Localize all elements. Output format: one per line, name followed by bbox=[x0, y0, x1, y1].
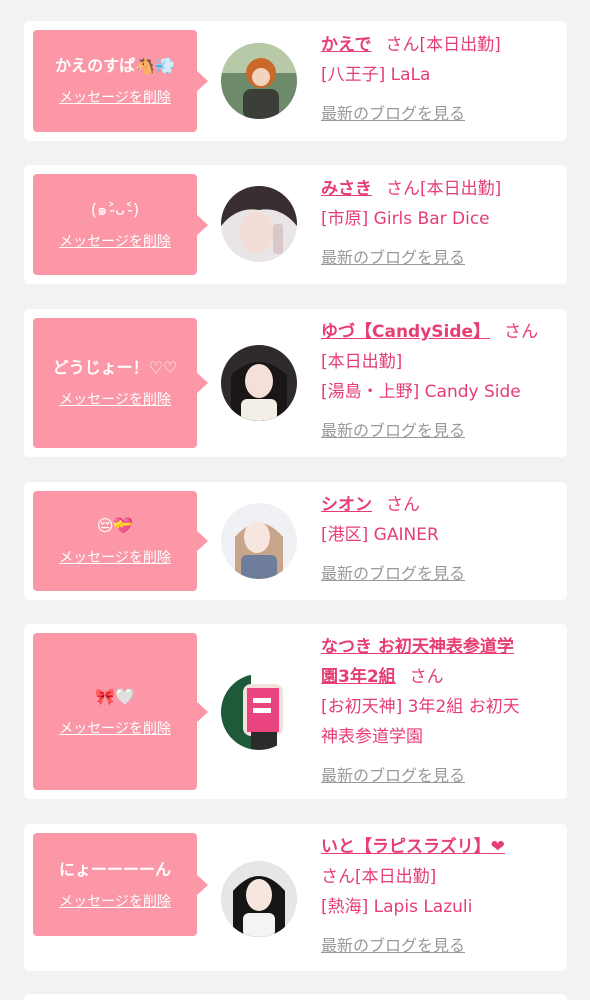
status-label: [本日出勤] bbox=[420, 179, 502, 199]
cast-name-link[interactable]: なつき お初天神表参道学 bbox=[321, 637, 514, 657]
message-text: かえのすぱ🐴💨 bbox=[55, 56, 175, 75]
area-shop: [八王子] LaLa bbox=[321, 65, 431, 85]
avatar[interactable] bbox=[221, 345, 297, 421]
delete-message-link[interactable]: メッセージを削除 bbox=[59, 549, 171, 567]
area-shop: [市原] Girls Bar Dice bbox=[321, 209, 490, 229]
latest-blog-link[interactable]: 最新のブログを見る bbox=[321, 936, 465, 955]
message-card bbox=[24, 994, 567, 1000]
message-card: 🎀🤍 メッセージを削除 なつき お初天神表参道学 園3年2組 さん [お初天神] … bbox=[24, 624, 567, 799]
cast-info: かえで さん[本日出勤] [八王子] LaLa 最新のブログを見る bbox=[321, 30, 561, 129]
status-label: [本日出勤] bbox=[321, 352, 403, 372]
avatar[interactable] bbox=[221, 186, 297, 262]
avatar[interactable] bbox=[221, 503, 297, 579]
area-shop: [熱海] Lapis Lazuli bbox=[321, 897, 473, 917]
message-text: どうじょー！♡♡ bbox=[52, 358, 178, 377]
area-shop: [港区] GAINER bbox=[321, 525, 439, 545]
cast-info: みさき さん[本日出勤] [市原] Girls Bar Dice 最新のブログを見… bbox=[321, 174, 561, 273]
cast-name-link[interactable]: いと【ラピスラズリ】❤ bbox=[321, 837, 505, 857]
cast-name-link[interactable]: 園3年2組 bbox=[321, 667, 396, 687]
latest-blog-link[interactable]: 最新のブログを見る bbox=[321, 564, 465, 583]
delete-message-link[interactable]: メッセージを削除 bbox=[59, 89, 171, 107]
cast-name-link[interactable]: シオン bbox=[321, 495, 372, 515]
cast-info: シオン さん [港区] GAINER 最新のブログを見る bbox=[321, 490, 561, 589]
latest-blog-link[interactable]: 最新のブログを見る bbox=[321, 104, 465, 123]
delete-message-link[interactable]: メッセージを削除 bbox=[59, 893, 171, 911]
cast-info: いと【ラピスラズリ】❤ さん[本日出勤] [熱海] Lapis Lazuli 最… bbox=[321, 832, 561, 961]
cast-info: なつき お初天神表参道学 園3年2組 さん [お初天神] 3年2組 お初天 神表参… bbox=[321, 632, 561, 791]
cast-name-link[interactable]: かえで bbox=[321, 35, 372, 55]
area-shop: [湯島・上野] Candy Side bbox=[321, 382, 521, 402]
latest-blog-link[interactable]: 最新のブログを見る bbox=[321, 248, 465, 267]
message-bubble: (๑˃̵ᴗ˂̵) メッセージを削除 bbox=[33, 174, 208, 275]
status-label: [本日出勤] bbox=[419, 35, 501, 55]
message-bubble: 🎀🤍 メッセージを削除 bbox=[33, 633, 208, 790]
message-card: (๑˃̵ᴗ˂̵) メッセージを削除 みさき さん[本日出勤] [市原] Girls… bbox=[24, 165, 567, 284]
message-text: (๑˃̵ᴗ˂̵) bbox=[90, 199, 140, 219]
message-card: にょーーーーん メッセージを削除 いと【ラピスラズリ】❤ さん[本日出勤] [熱… bbox=[24, 824, 567, 971]
avatar[interactable] bbox=[221, 43, 297, 119]
avatar[interactable] bbox=[221, 674, 297, 750]
message-bubble: かえのすぱ🐴💨 メッセージを削除 bbox=[33, 30, 208, 132]
status-label: [本日出勤] bbox=[355, 867, 437, 887]
area-shop: 神表参道学園 bbox=[321, 727, 423, 747]
cast-name-link[interactable]: みさき bbox=[321, 179, 372, 199]
message-bubble: にょーーーーん メッセージを削除 bbox=[33, 833, 208, 936]
cast-info: ゆづ【CandySide】 さん [本日出勤] [湯島・上野] Candy Sid… bbox=[321, 317, 561, 446]
message-bubble: どうじょー！♡♡ メッセージを削除 bbox=[33, 318, 208, 448]
delete-message-link[interactable]: メッセージを削除 bbox=[59, 233, 171, 251]
area-shop: [お初天神] 3年2組 お初天 bbox=[321, 697, 520, 717]
latest-blog-link[interactable]: 最新のブログを見る bbox=[321, 766, 465, 785]
delete-message-link[interactable]: メッセージを削除 bbox=[59, 720, 171, 738]
message-bubble: 😔💝 メッセージを削除 bbox=[33, 491, 208, 591]
delete-message-link[interactable]: メッセージを削除 bbox=[59, 391, 171, 409]
message-card: 😔💝 メッセージを削除 シオン さん [港区] GAINER 最新のブログを見る bbox=[24, 482, 567, 600]
message-card: かえのすぱ🐴💨 メッセージを削除 かえで さん[本日出勤] [八王子] LaLa … bbox=[24, 21, 567, 141]
latest-blog-link[interactable]: 最新のブログを見る bbox=[321, 421, 465, 440]
avatar[interactable] bbox=[221, 861, 297, 937]
message-text: 😔💝 bbox=[96, 516, 134, 535]
cast-name-link[interactable]: ゆづ【CandySide】 bbox=[321, 322, 490, 342]
message-card: どうじょー！♡♡ メッセージを削除 ゆづ【CandySide】 さん [本日出勤]… bbox=[24, 309, 567, 457]
message-text: 🎀🤍 bbox=[95, 686, 135, 706]
message-text: にょーーーーん bbox=[58, 859, 171, 879]
